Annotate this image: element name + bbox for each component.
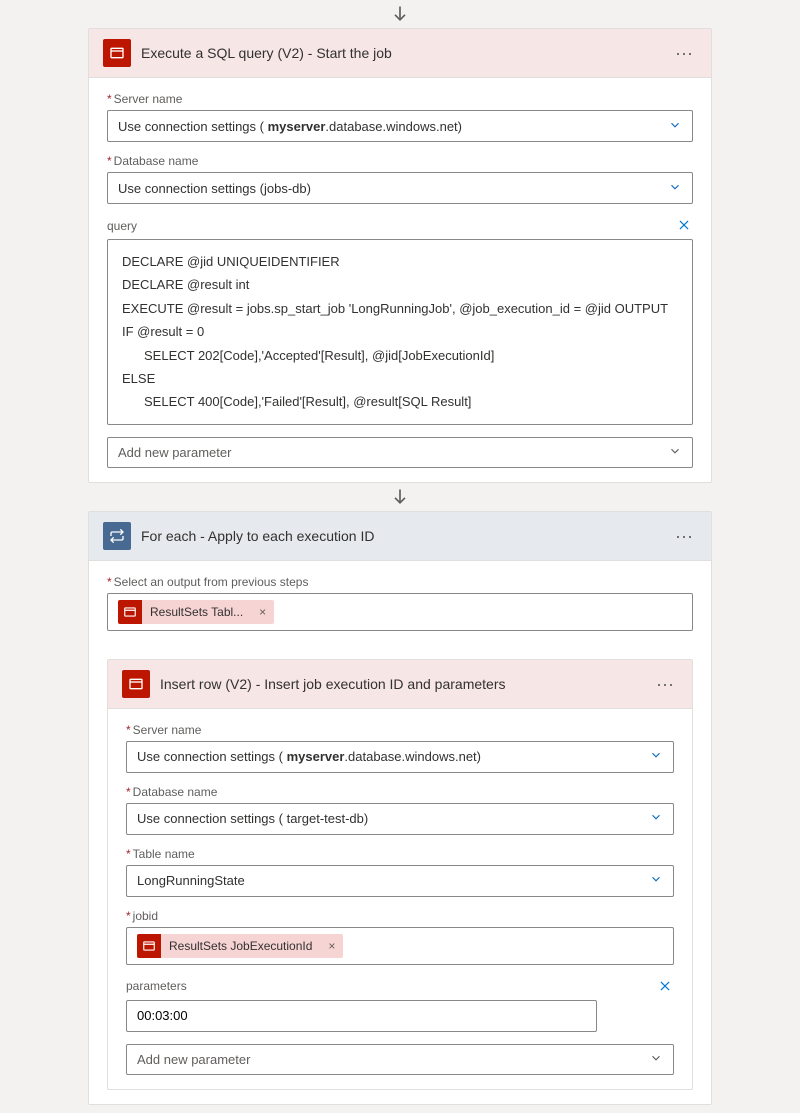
action-insert-row: Insert row (V2) - Insert job execution I… xyxy=(107,659,693,1090)
token-jobexecutionid[interactable]: ResultSets JobExecutionId × xyxy=(137,934,343,958)
jobid-input[interactable]: ResultSets JobExecutionId × xyxy=(126,927,674,965)
action-header[interactable]: For each - Apply to each execution ID ··… xyxy=(89,512,711,561)
query-label: query xyxy=(107,219,137,233)
sql-icon xyxy=(103,39,131,67)
token-resultsets-table[interactable]: ResultSets Tabl... × xyxy=(118,600,274,624)
jobid-label: jobid xyxy=(126,909,674,923)
chevron-down-icon xyxy=(649,1051,663,1068)
token-remove-button[interactable]: × xyxy=(320,939,343,953)
action-header[interactable]: Insert row (V2) - Insert job execution I… xyxy=(108,660,692,709)
token-label: ResultSets JobExecutionId xyxy=(161,939,320,953)
chevron-down-icon xyxy=(668,180,682,197)
action-execute-sql-start-job: Execute a SQL query (V2) - Start the job… xyxy=(88,28,712,483)
select-output-label: Select an output from previous steps xyxy=(107,575,693,589)
sql-icon xyxy=(118,600,142,624)
action-for-each: For each - Apply to each execution ID ··… xyxy=(88,511,712,1105)
token-label: ResultSets Tabl... xyxy=(142,605,251,619)
query-input[interactable]: DECLARE @jid UNIQUEIDENTIFIER DECLARE @r… xyxy=(107,239,693,425)
clear-query-button[interactable] xyxy=(675,216,693,239)
select-output-input[interactable]: ResultSets Tabl... × xyxy=(107,593,693,631)
sql-icon xyxy=(122,670,150,698)
clear-parameters-button[interactable] xyxy=(656,977,674,1000)
server-name-value: Use connection settings ( myserver.datab… xyxy=(137,749,481,764)
add-new-parameter-label: Add new parameter xyxy=(137,1052,250,1067)
add-new-parameter-select[interactable]: Add new parameter xyxy=(107,437,693,468)
flow-arrow xyxy=(8,0,792,28)
database-name-select[interactable]: Use connection settings (jobs-db) xyxy=(107,172,693,204)
action-title: Execute a SQL query (V2) - Start the job xyxy=(141,45,661,61)
chevron-down-icon xyxy=(668,444,682,461)
server-name-select[interactable]: Use connection settings ( myserver.datab… xyxy=(107,110,693,142)
token-remove-button[interactable]: × xyxy=(251,605,274,619)
chevron-down-icon xyxy=(649,810,663,827)
loop-icon xyxy=(103,522,131,550)
database-name-value: Use connection settings ( target-test-db… xyxy=(137,811,368,826)
parameters-input[interactable] xyxy=(126,1000,597,1032)
action-title: Insert row (V2) - Insert job execution I… xyxy=(160,676,642,692)
parameters-label: parameters xyxy=(126,979,187,993)
server-name-select[interactable]: Use connection settings ( myserver.datab… xyxy=(126,741,674,773)
database-name-value: Use connection settings (jobs-db) xyxy=(118,181,311,196)
action-menu-button[interactable]: ··· xyxy=(652,673,678,695)
server-name-value: Use connection settings ( myserver.datab… xyxy=(118,119,462,134)
chevron-down-icon xyxy=(649,748,663,765)
chevron-down-icon xyxy=(668,118,682,135)
table-name-label: Table name xyxy=(126,847,674,861)
database-name-label: Database name xyxy=(107,154,693,168)
flow-arrow xyxy=(8,483,792,511)
chevron-down-icon xyxy=(649,872,663,889)
database-name-label: Database name xyxy=(126,785,674,799)
add-new-parameter-label: Add new parameter xyxy=(118,445,231,460)
sql-icon xyxy=(137,934,161,958)
parameters-value[interactable] xyxy=(137,1008,586,1023)
action-menu-button[interactable]: ··· xyxy=(671,525,697,547)
server-name-label: Server name xyxy=(126,723,674,737)
table-name-value: LongRunningState xyxy=(137,873,245,888)
action-title: For each - Apply to each execution ID xyxy=(141,528,661,544)
table-name-select[interactable]: LongRunningState xyxy=(126,865,674,897)
action-header[interactable]: Execute a SQL query (V2) - Start the job… xyxy=(89,29,711,78)
server-name-label: Server name xyxy=(107,92,693,106)
action-menu-button[interactable]: ··· xyxy=(671,42,697,64)
database-name-select[interactable]: Use connection settings ( target-test-db… xyxy=(126,803,674,835)
add-new-parameter-select[interactable]: Add new parameter xyxy=(126,1044,674,1075)
